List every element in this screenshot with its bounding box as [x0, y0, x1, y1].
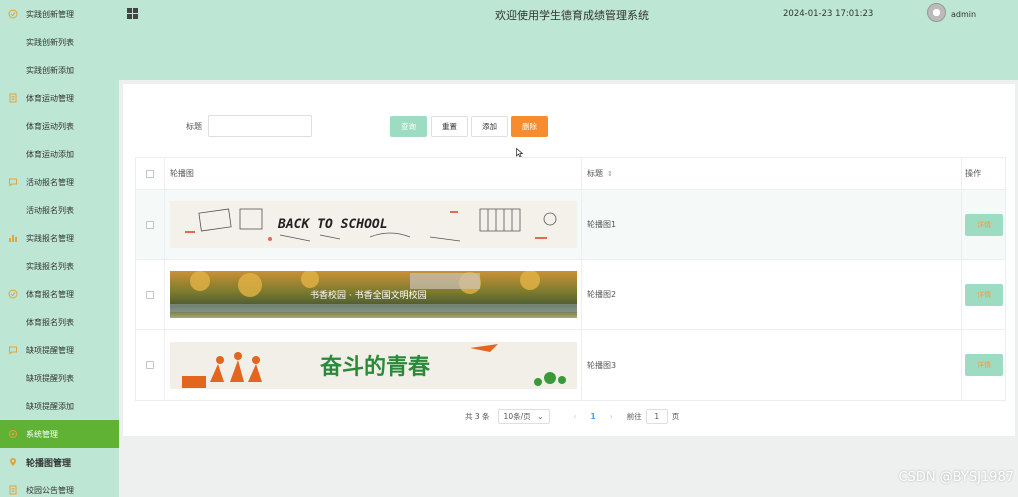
- grid-menu-icon[interactable]: [127, 8, 138, 19]
- sidebar-item-label: 体育报名管理: [26, 289, 74, 299]
- table-row: 书香校园 · 书香全国文明校园 轮播图2 详情: [136, 260, 1005, 330]
- sidebar-item-label: 缺项提醒管理: [26, 345, 74, 355]
- page-size-select[interactable]: 10条/页 ⌄: [497, 408, 550, 424]
- chevron-down-icon: ⌄: [537, 411, 544, 421]
- top-header: 欢迎使用学生德育成绩管理系统 2024-01-23 17:01:23 admin: [119, 0, 1018, 80]
- sidebar-item-sports-signup-list[interactable]: 体育报名列表: [0, 308, 119, 336]
- reset-button[interactable]: 重置: [431, 116, 468, 137]
- carousel-banner-image: BACK TO SCHOOL: [169, 201, 577, 248]
- app-title: 欢迎使用学生德育成绩管理系统: [495, 9, 649, 22]
- sidebar-item-campus-notice[interactable]: 校园公告管理: [0, 476, 119, 497]
- sidebar-item-missing-reminder-list[interactable]: 缺项提醒列表: [0, 364, 119, 392]
- column-header-image: 轮播图: [165, 158, 582, 189]
- carousel-table: 轮播图 标题 ⇕ 操作 BACK TO SCHOOL 轮播图1 详情 书香校园 …: [135, 157, 1006, 401]
- sidebar-item-label: 实践报名管理: [26, 233, 74, 243]
- sidebar-item-label: 活动报名管理: [26, 177, 74, 187]
- row-checkbox[interactable]: [145, 361, 154, 369]
- row-title: 轮播图3: [582, 330, 963, 400]
- query-button[interactable]: 查询: [390, 116, 427, 137]
- sidebar-item-label: 活动报名列表: [26, 205, 74, 215]
- sidebar-item-label: 实践报名列表: [26, 261, 74, 271]
- document-icon: [8, 485, 18, 495]
- add-button[interactable]: 添加: [471, 116, 508, 137]
- sidebar-item-missing-reminder-add[interactable]: 缺项提醒添加: [0, 392, 119, 420]
- settings-icon: [8, 429, 18, 439]
- sidebar-item-label: 体育运动管理: [26, 93, 74, 103]
- goto-page-input[interactable]: 1: [645, 408, 668, 424]
- sidebar-item-practice-signup[interactable]: 实践报名管理: [0, 224, 119, 252]
- banner-text: 奋斗的青春: [319, 354, 430, 380]
- table-row: BACK TO SCHOOL 轮播图1 详情: [136, 190, 1005, 260]
- detail-button[interactable]: 详情: [965, 354, 1004, 376]
- sidebar-item-label: 校园公告管理: [26, 485, 74, 495]
- sidebar-item-practice-signup-list[interactable]: 实践报名列表: [0, 252, 119, 280]
- sidebar-item-label: 体育报名列表: [26, 317, 74, 327]
- page-size-value: 10条/页: [503, 411, 531, 421]
- document-icon: [8, 93, 18, 103]
- sidebar-item-practice-innovation[interactable]: 实践创新管理: [0, 0, 119, 28]
- chat-icon: [8, 177, 18, 187]
- page-suffix-label: 页: [671, 411, 680, 421]
- sidebar: 实践创新管理 实践创新列表 实践创新添加 体育运动管理 体育运动列表 体育运动添…: [0, 0, 119, 497]
- sidebar-item-activity-signup[interactable]: 活动报名管理: [0, 168, 119, 196]
- title-filter-label: 标题: [186, 122, 202, 131]
- sidebar-item-missing-reminder[interactable]: 缺项提醒管理: [0, 336, 119, 364]
- sidebar-item-practice-innovation-list[interactable]: 实践创新列表: [0, 28, 119, 56]
- sidebar-item-label: 轮播图管理: [26, 458, 72, 469]
- sidebar-item-label: 缺项提醒添加: [26, 401, 74, 411]
- sidebar-item-label: 实践创新管理: [26, 9, 74, 19]
- sidebar-item-sports-list[interactable]: 体育运动列表: [0, 112, 119, 140]
- table-header: 轮播图 标题 ⇕ 操作: [136, 158, 1005, 190]
- location-icon: [8, 457, 18, 467]
- sidebar-item-label: 系统管理: [26, 429, 58, 439]
- sidebar-item-activity-signup-list[interactable]: 活动报名列表: [0, 196, 119, 224]
- pagination-total: 共 3 条: [465, 411, 490, 421]
- sort-icon[interactable]: ⇕: [607, 170, 613, 178]
- column-header-title-label: 标题: [586, 169, 603, 178]
- carousel-banner-image: 奋斗的青春: [169, 341, 577, 389]
- bar-chart-icon: [8, 233, 18, 243]
- table-row: 奋斗的青春 轮播图3 详情: [136, 330, 1005, 400]
- avatar[interactable]: [927, 3, 946, 22]
- sidebar-item-label: 体育运动列表: [26, 121, 74, 131]
- select-all-checkbox[interactable]: [145, 169, 154, 178]
- search-bar: 标题 查询 重置 添加 删除: [123, 115, 1015, 137]
- title-filter-input[interactable]: [208, 115, 312, 137]
- chat-icon: [8, 345, 18, 355]
- datetime: 2024-01-23 17:01:23: [783, 9, 874, 19]
- prev-page-icon[interactable]: ‹: [574, 412, 577, 421]
- detail-button[interactable]: 详情: [965, 283, 1004, 306]
- check-circle-icon: [8, 289, 18, 299]
- banner-text: BACK TO SCHOOL: [277, 217, 388, 232]
- sidebar-item-sports[interactable]: 体育运动管理: [0, 84, 119, 112]
- sidebar-item-carousel[interactable]: 轮播图管理: [0, 448, 119, 476]
- sidebar-item-label: 实践创新列表: [26, 37, 74, 47]
- banner-text: 书香校园 · 书香全国文明校园: [310, 289, 427, 301]
- row-checkbox[interactable]: [145, 290, 154, 299]
- delete-button[interactable]: 删除: [511, 116, 548, 137]
- column-header-title[interactable]: 标题 ⇕: [582, 158, 963, 189]
- next-page-icon[interactable]: ›: [610, 412, 613, 421]
- sidebar-item-label: 实践创新添加: [26, 65, 74, 75]
- carousel-banner-image: 书香校园 · 书香全国文明校园: [169, 271, 577, 318]
- sidebar-item-sports-signup[interactable]: 体育报名管理: [0, 280, 119, 308]
- pagination: 共 3 条 10条/页 ⌄ ‹ 1 › 前往 1 页: [465, 408, 679, 424]
- sidebar-item-label: 缺项提醒列表: [26, 373, 74, 383]
- column-header-ops: 操作: [965, 169, 982, 178]
- row-title: 轮播图1: [582, 190, 963, 259]
- username[interactable]: admin: [951, 10, 976, 19]
- check-circle-icon: [8, 9, 18, 19]
- row-checkbox[interactable]: [145, 220, 154, 229]
- sidebar-item-label: 体育运动添加: [26, 149, 74, 159]
- sidebar-item-practice-innovation-add[interactable]: 实践创新添加: [0, 56, 119, 84]
- page-number-current[interactable]: 1: [591, 412, 596, 421]
- detail-button[interactable]: 详情: [965, 213, 1004, 236]
- sidebar-item-sports-add[interactable]: 体育运动添加: [0, 140, 119, 168]
- sidebar-item-system[interactable]: 系统管理: [0, 420, 119, 448]
- watermark: CSDN @BYSJ1987: [898, 470, 1014, 485]
- goto-label: 前往: [626, 411, 642, 421]
- main-panel: 标题 查询 重置 添加 删除 轮播图 标题 ⇕ 操作 BACK TO SCHOO…: [123, 84, 1015, 436]
- row-title: 轮播图2: [582, 260, 963, 329]
